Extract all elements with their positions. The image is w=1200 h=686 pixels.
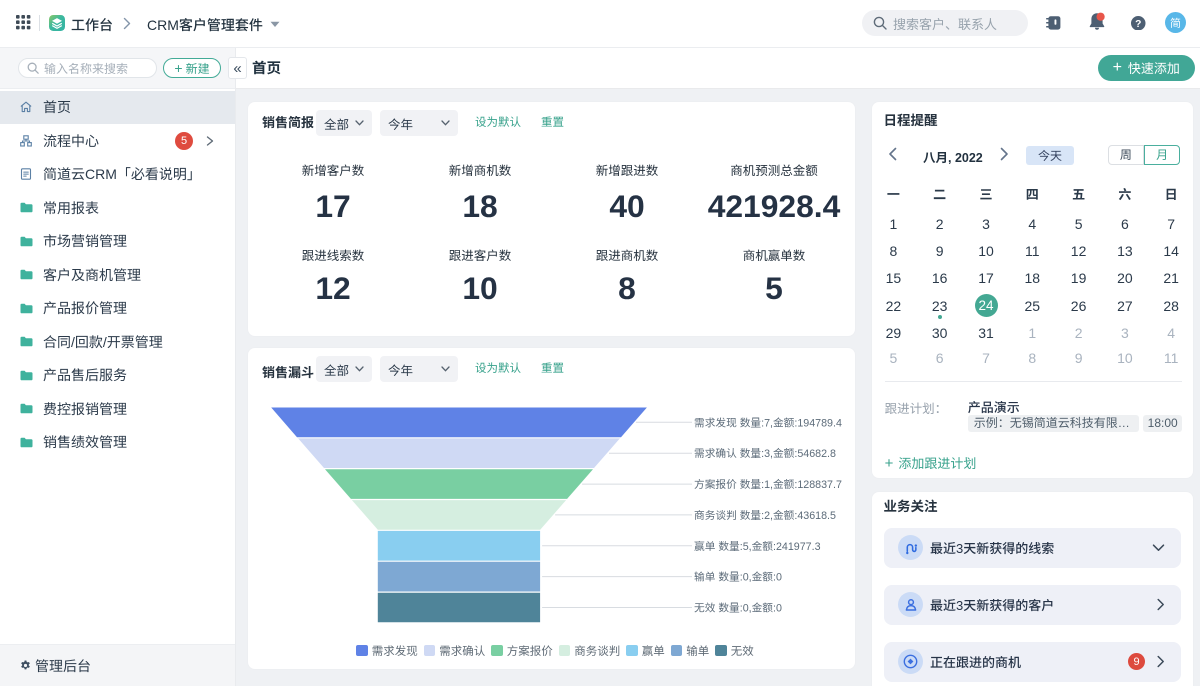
svg-text:方案报价 数量:1,金额:128837.7: 方案报价 数量:1,金额:128837.7 [694, 478, 842, 491]
svg-text:需求确认 数量:3,金额:54682.8: 需求确认 数量:3,金额:54682.8 [694, 447, 836, 460]
svg-text:商务谈判 数量:2,金额:43618.5: 商务谈判 数量:2,金额:43618.5 [694, 508, 836, 521]
svg-text:需求发现 数量:7,金额:194789.4: 需求发现 数量:7,金额:194789.4 [694, 416, 842, 429]
svg-text:赢单 数量:5,金额:241977.3: 赢单 数量:5,金额:241977.3 [694, 539, 821, 552]
svg-text:?: ? [1135, 18, 1141, 29]
svg-text:输单 数量:0,金额:0: 输单 数量:0,金额:0 [694, 570, 782, 583]
svg-text:无效 数量:0,金额:0: 无效 数量:0,金额:0 [694, 601, 782, 614]
